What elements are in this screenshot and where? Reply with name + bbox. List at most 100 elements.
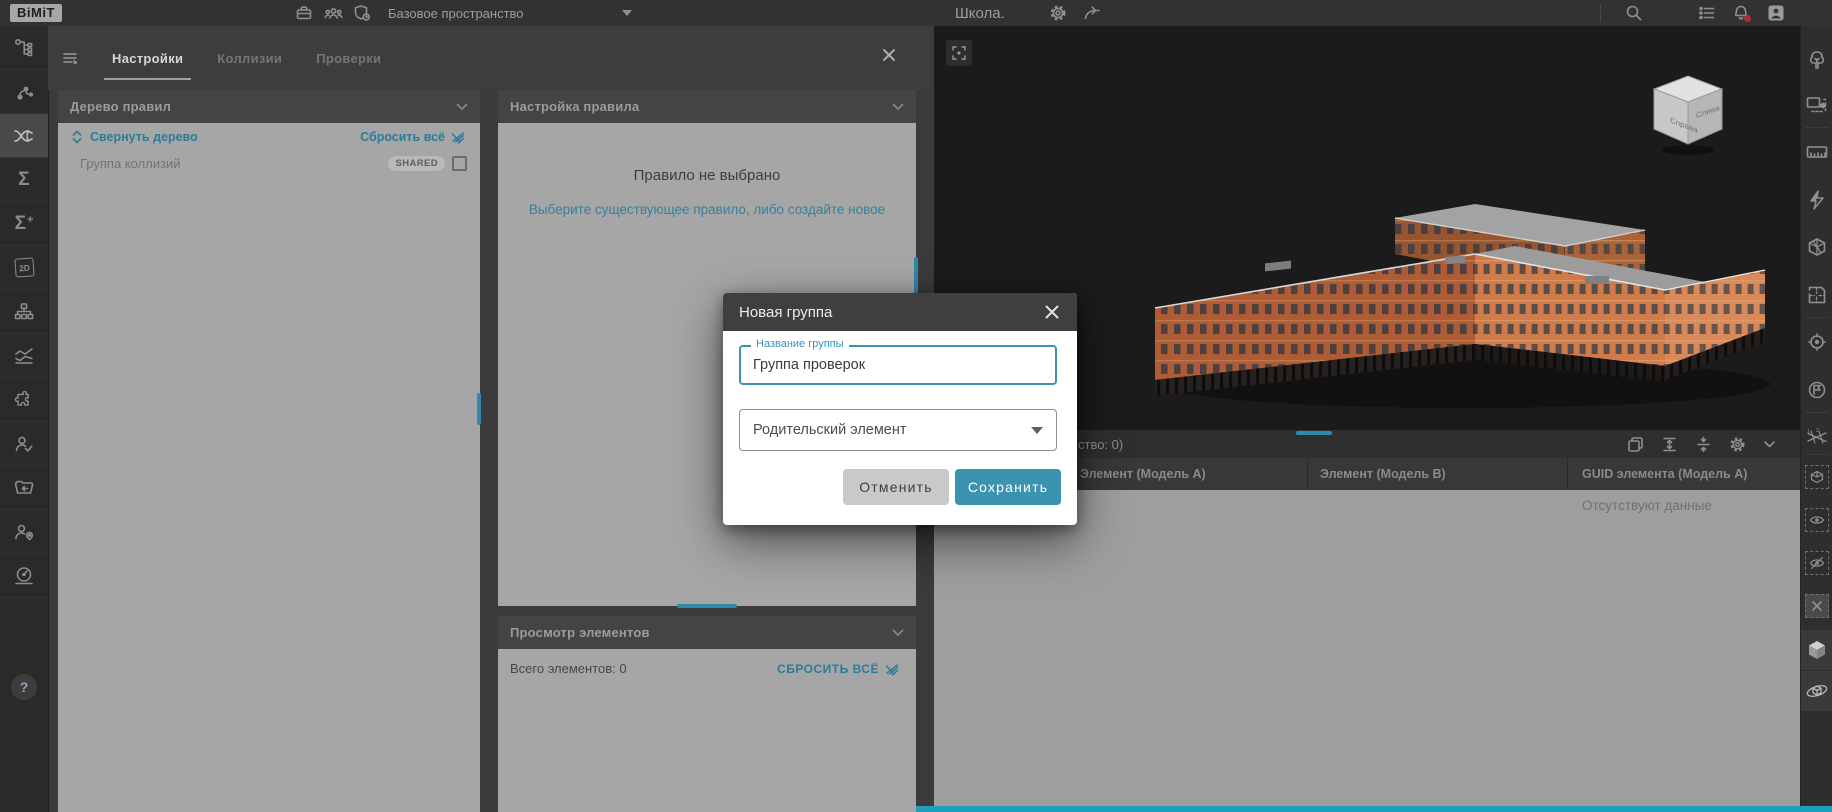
results-resize-handle[interactable] [1296, 431, 1332, 435]
sidebar-tool-user-location[interactable] [0, 510, 48, 554]
sheets-2d-icon: 2D [13, 257, 35, 278]
notifications-bell-icon[interactable] [1729, 0, 1753, 26]
rules-tree-panel: Дерево правил Свернуть дерево Сбросить в… [58, 90, 480, 812]
collapse-tree-link[interactable]: Свернуть дерево [90, 130, 198, 144]
viewport-bottom-accent-line [916, 806, 1832, 812]
panel-menu-icon[interactable] [62, 50, 80, 66]
chevron-down-icon[interactable] [456, 103, 468, 111]
viewport-tool-floor-plan[interactable] [1801, 280, 1832, 310]
viewport-tool-section-box[interactable] [1801, 232, 1832, 262]
group-name-input[interactable] [739, 345, 1057, 385]
sweep-reset-icon [451, 132, 465, 144]
elements-reset-all-link[interactable]: СБРОСИТЬ ВСЁ [777, 662, 900, 676]
briefcase-icon[interactable] [292, 0, 316, 26]
list-icon[interactable] [1695, 0, 1719, 26]
collision-group-row[interactable]: Группа коллизий SHARED [58, 151, 480, 175]
viewport-tool-selection-sets[interactable] [1801, 90, 1832, 120]
modal-title: Новая группа [739, 303, 833, 321]
chevron-down-icon[interactable] [892, 103, 904, 111]
copy-icon[interactable] [1627, 436, 1644, 453]
group-name-label: Название группы [751, 338, 849, 350]
panel-tabstrip: Настройки Коллизии Проверки [48, 26, 934, 90]
panel-close-icon[interactable] [880, 46, 898, 64]
hierarchy-icon [14, 302, 34, 319]
viewport-tool-orbit[interactable] [1801, 671, 1832, 711]
sidebar-tool-hierarchy[interactable] [0, 290, 48, 334]
chevron-down-icon[interactable] [892, 629, 904, 637]
sidebar-tool-user-check[interactable] [0, 422, 48, 466]
expand-vertical-icon[interactable] [1661, 436, 1678, 453]
save-button[interactable]: Сохранить [955, 469, 1061, 505]
sidebar-tool-collisions[interactable] [0, 114, 48, 158]
results-table-body: Отсутствуют данные [934, 490, 1800, 812]
sidebar-tool-structure-tree[interactable] [0, 26, 48, 70]
left-toolbar: Σ Σ+ 2D ? [0, 26, 49, 812]
reset-all-link[interactable]: Сбросить всё [360, 130, 466, 144]
account-icon[interactable] [1764, 0, 1788, 26]
workspace-caret-icon[interactable] [622, 10, 632, 16]
help-button[interactable]: ? [11, 674, 37, 700]
viewport-tool-clash-flash[interactable] [1801, 185, 1832, 215]
target-icon [1807, 332, 1827, 352]
collapse-vertical-icon[interactable] [1695, 436, 1712, 453]
viewport-tool-hide[interactable] [1801, 548, 1832, 578]
viewport-tool-clear-selection[interactable] [1801, 591, 1832, 621]
cube-section-icon [1808, 238, 1826, 256]
tree-panel-resize-handle[interactable] [477, 393, 481, 425]
tab-collisions[interactable]: Коллизии [217, 51, 282, 66]
viewport-tool-flags[interactable] [1801, 375, 1832, 405]
sidebar-tool-charts[interactable] [0, 334, 48, 378]
empty-data-text: Отсутствуют данные [1582, 498, 1712, 513]
column-divider [1307, 458, 1308, 490]
tab-checks[interactable]: Проверки [316, 51, 381, 66]
sidebar-tool-summary[interactable]: Σ [0, 158, 48, 202]
sidebar-tool-folder-import[interactable] [0, 466, 48, 510]
sweep-reset-icon [885, 663, 899, 676]
viewport-tool-locate[interactable] [1801, 327, 1832, 357]
sidebar-tool-summary-add[interactable]: Σ+ [0, 202, 48, 246]
viewport-tool-measure[interactable] [1801, 137, 1832, 167]
tab-settings[interactable]: Настройки [103, 51, 192, 80]
topbar-divider [1600, 4, 1601, 22]
shared-checkbox[interactable] [452, 155, 467, 171]
viewport-tool-dimensions[interactable]: 12 [1801, 422, 1832, 452]
viewport-tool-shaded-mode[interactable] [1801, 630, 1832, 670]
sidebar-tool-2d-sheets[interactable]: 2D [0, 246, 48, 290]
parent-element-select[interactable]: Родительский элемент [739, 409, 1057, 451]
user-check-icon [15, 436, 33, 452]
user-location-icon [15, 524, 34, 540]
sidebar-tool-dashboard[interactable] [0, 554, 48, 598]
elements-total-label: Всего элементов: 0 [510, 661, 627, 676]
column-header-guid: GUID элемента (Модель А) [1582, 467, 1748, 481]
focus-model-button[interactable] [946, 40, 972, 66]
charts-activity-icon [15, 347, 33, 364]
rule-settings-title: Настройка правила [510, 99, 640, 114]
settings-gear-icon[interactable] [1046, 0, 1070, 26]
sum-sigma-icon: Σ [18, 169, 30, 190]
sidebar-tool-plugins[interactable] [0, 378, 48, 422]
view-cube[interactable]: Справа Слева [1648, 72, 1728, 158]
rules-tree-body: Свернуть дерево Сбросить всё Группа колл… [58, 123, 480, 812]
team-icon[interactable] [321, 0, 345, 26]
shield-user-icon[interactable] [350, 0, 374, 26]
dashboard-gauge-icon [15, 566, 33, 584]
top-bar: BiMiT Базовое пространство Школа. [0, 0, 1832, 27]
table-settings-gear-icon[interactable] [1729, 436, 1746, 453]
tree-actions-row: Свернуть дерево Сбросить всё [58, 123, 480, 151]
workspace-selector-label[interactable]: Базовое пространство [388, 0, 524, 26]
viewport-tool-isolate[interactable] [1801, 462, 1832, 492]
collisions-shuffle-icon [14, 129, 33, 142]
modal-close-icon[interactable] [1043, 303, 1061, 321]
share-icon[interactable] [1080, 0, 1104, 26]
viewport-tool-environment[interactable] [1801, 46, 1832, 76]
chevron-down-icon[interactable] [1763, 440, 1776, 449]
rule-panel-resize-handle[interactable] [677, 604, 737, 608]
rule-empty-hint-link[interactable]: Выберите существующее правило, либо созд… [498, 202, 916, 217]
viewport-tool-show[interactable] [1801, 505, 1832, 535]
cancel-button[interactable]: Отменить [843, 469, 949, 505]
search-icon[interactable] [1622, 0, 1646, 26]
column-header-model-b: Элемент (Модель B) [1320, 467, 1446, 481]
folder-import-icon [14, 480, 34, 494]
project-title: Школа. [955, 4, 1005, 22]
sidebar-tool-relations[interactable] [0, 70, 48, 114]
